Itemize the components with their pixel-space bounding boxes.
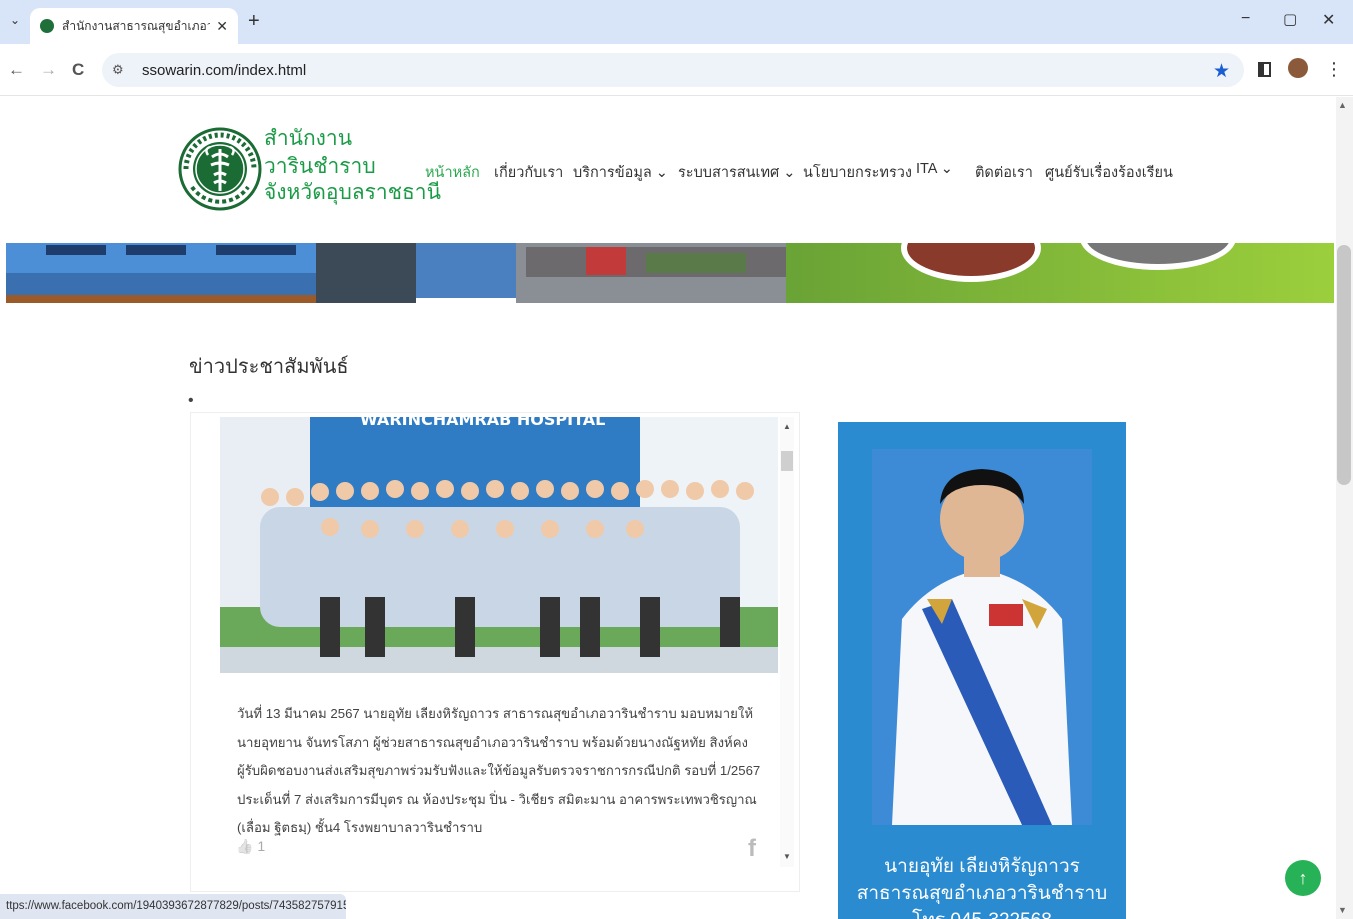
nav-policy[interactable]: นโยบายกระทรวง — [803, 161, 912, 184]
site-info-icon[interactable]: ⚙ — [112, 62, 130, 78]
bookmark-star-icon[interactable]: ★ — [1213, 60, 1230, 83]
director-title: สาธารณสุขอำเภอวารินชำราบ — [856, 883, 1108, 904]
nav-home[interactable]: หน้าหลัก — [425, 161, 480, 184]
profile-avatar[interactable] — [1288, 58, 1308, 78]
url-text: ssowarin.com/index.html — [142, 61, 307, 79]
nav-information-system[interactable]: ระบบสารสนเทศ ⌄ — [678, 161, 795, 184]
nav-about[interactable]: เกี่ยวกับเรา — [494, 161, 563, 184]
favicon-icon — [40, 19, 54, 33]
tab-close-icon[interactable]: ✕ — [216, 18, 228, 35]
page-scrollbar[interactable] — [1336, 97, 1353, 919]
browser-menu-icon[interactable]: ⋮ — [1325, 59, 1343, 80]
restore-button[interactable]: ▢ — [1283, 10, 1297, 28]
list-bullet: • — [188, 392, 194, 409]
post-scrollbar[interactable] — [780, 417, 794, 867]
post-scroll-up-icon[interactable]: ▲ — [783, 422, 791, 431]
post-text: วันที่ 13 มีนาคม 2567 นายอุทัย เลียงหิรั… — [237, 706, 761, 835]
nav-ita[interactable]: ITA ⌄ — [916, 161, 953, 177]
side-panel-icon[interactable] — [1258, 62, 1271, 77]
close-window-button[interactable]: ✕ — [1322, 10, 1335, 30]
tab-search-icon[interactable]: ⌄ — [10, 13, 20, 27]
brand-line-2[interactable]: วารินชำราบ — [264, 154, 376, 180]
brand-line-3[interactable]: จังหวัดอุบลราชธานี — [264, 180, 441, 206]
nav-services[interactable]: บริการข้อมูล ⌄ — [573, 161, 668, 184]
photo-hospital-sign: WARINCHAMRAB HOSPITAL — [360, 417, 605, 429]
new-tab-button[interactable]: + — [248, 10, 260, 33]
post-scrollbar-thumb[interactable] — [781, 451, 793, 471]
scroll-to-top-button[interactable]: ↑ — [1285, 860, 1321, 896]
like-count[interactable]: 👍 1 — [236, 838, 265, 855]
scroll-down-arrow-icon[interactable]: ▼ — [1338, 905, 1347, 915]
back-icon[interactable]: ← — [8, 60, 25, 80]
reload-icon[interactable]: C — [72, 60, 84, 80]
facebook-icon[interactable]: f — [748, 835, 756, 863]
nav-contact[interactable]: ติดต่อเรา — [975, 161, 1033, 184]
nav-complaints[interactable]: ศูนย์รับเรื่องร้องเรียน — [1045, 161, 1173, 184]
like-icon[interactable]: 👍 — [236, 838, 253, 854]
scroll-up-arrow-icon[interactable]: ▲ — [1338, 100, 1347, 110]
hero-banner — [6, 243, 1334, 303]
like-count-value: 1 — [257, 838, 266, 854]
minimize-button[interactable]: − — [1241, 10, 1250, 28]
director-phone: โทร 045-322568 — [838, 907, 1126, 919]
tab-title: สำนักงานสาธารณสุขอำเภอวารินชำร — [62, 18, 211, 33]
ministry-logo[interactable] — [178, 115, 262, 223]
browser-tab[interactable]: สำนักงานสาธารณสุขอำเภอวารินชำร ✕ — [30, 8, 238, 44]
post-scroll-down-icon[interactable]: ▼ — [783, 852, 791, 861]
page-scrollbar-thumb[interactable] — [1337, 245, 1351, 485]
news-section-title: ข่าวประชาสัมพันธ์ — [189, 356, 349, 378]
director-photo — [872, 449, 1092, 825]
address-bar[interactable]: ⚙ ssowarin.com/index.html — [102, 53, 1244, 87]
director-name: นายอุทัย เลียงหิรัญถาวร — [884, 856, 1080, 877]
link-status-bar: ttps://www.facebook.com/1940393672877829… — [0, 894, 346, 919]
news-photo[interactable]: WARINCHAMRAB HOSPITAL — [220, 417, 778, 673]
brand-line-1[interactable]: สำนักงาน — [264, 126, 352, 152]
forward-icon[interactable]: → — [40, 60, 57, 80]
